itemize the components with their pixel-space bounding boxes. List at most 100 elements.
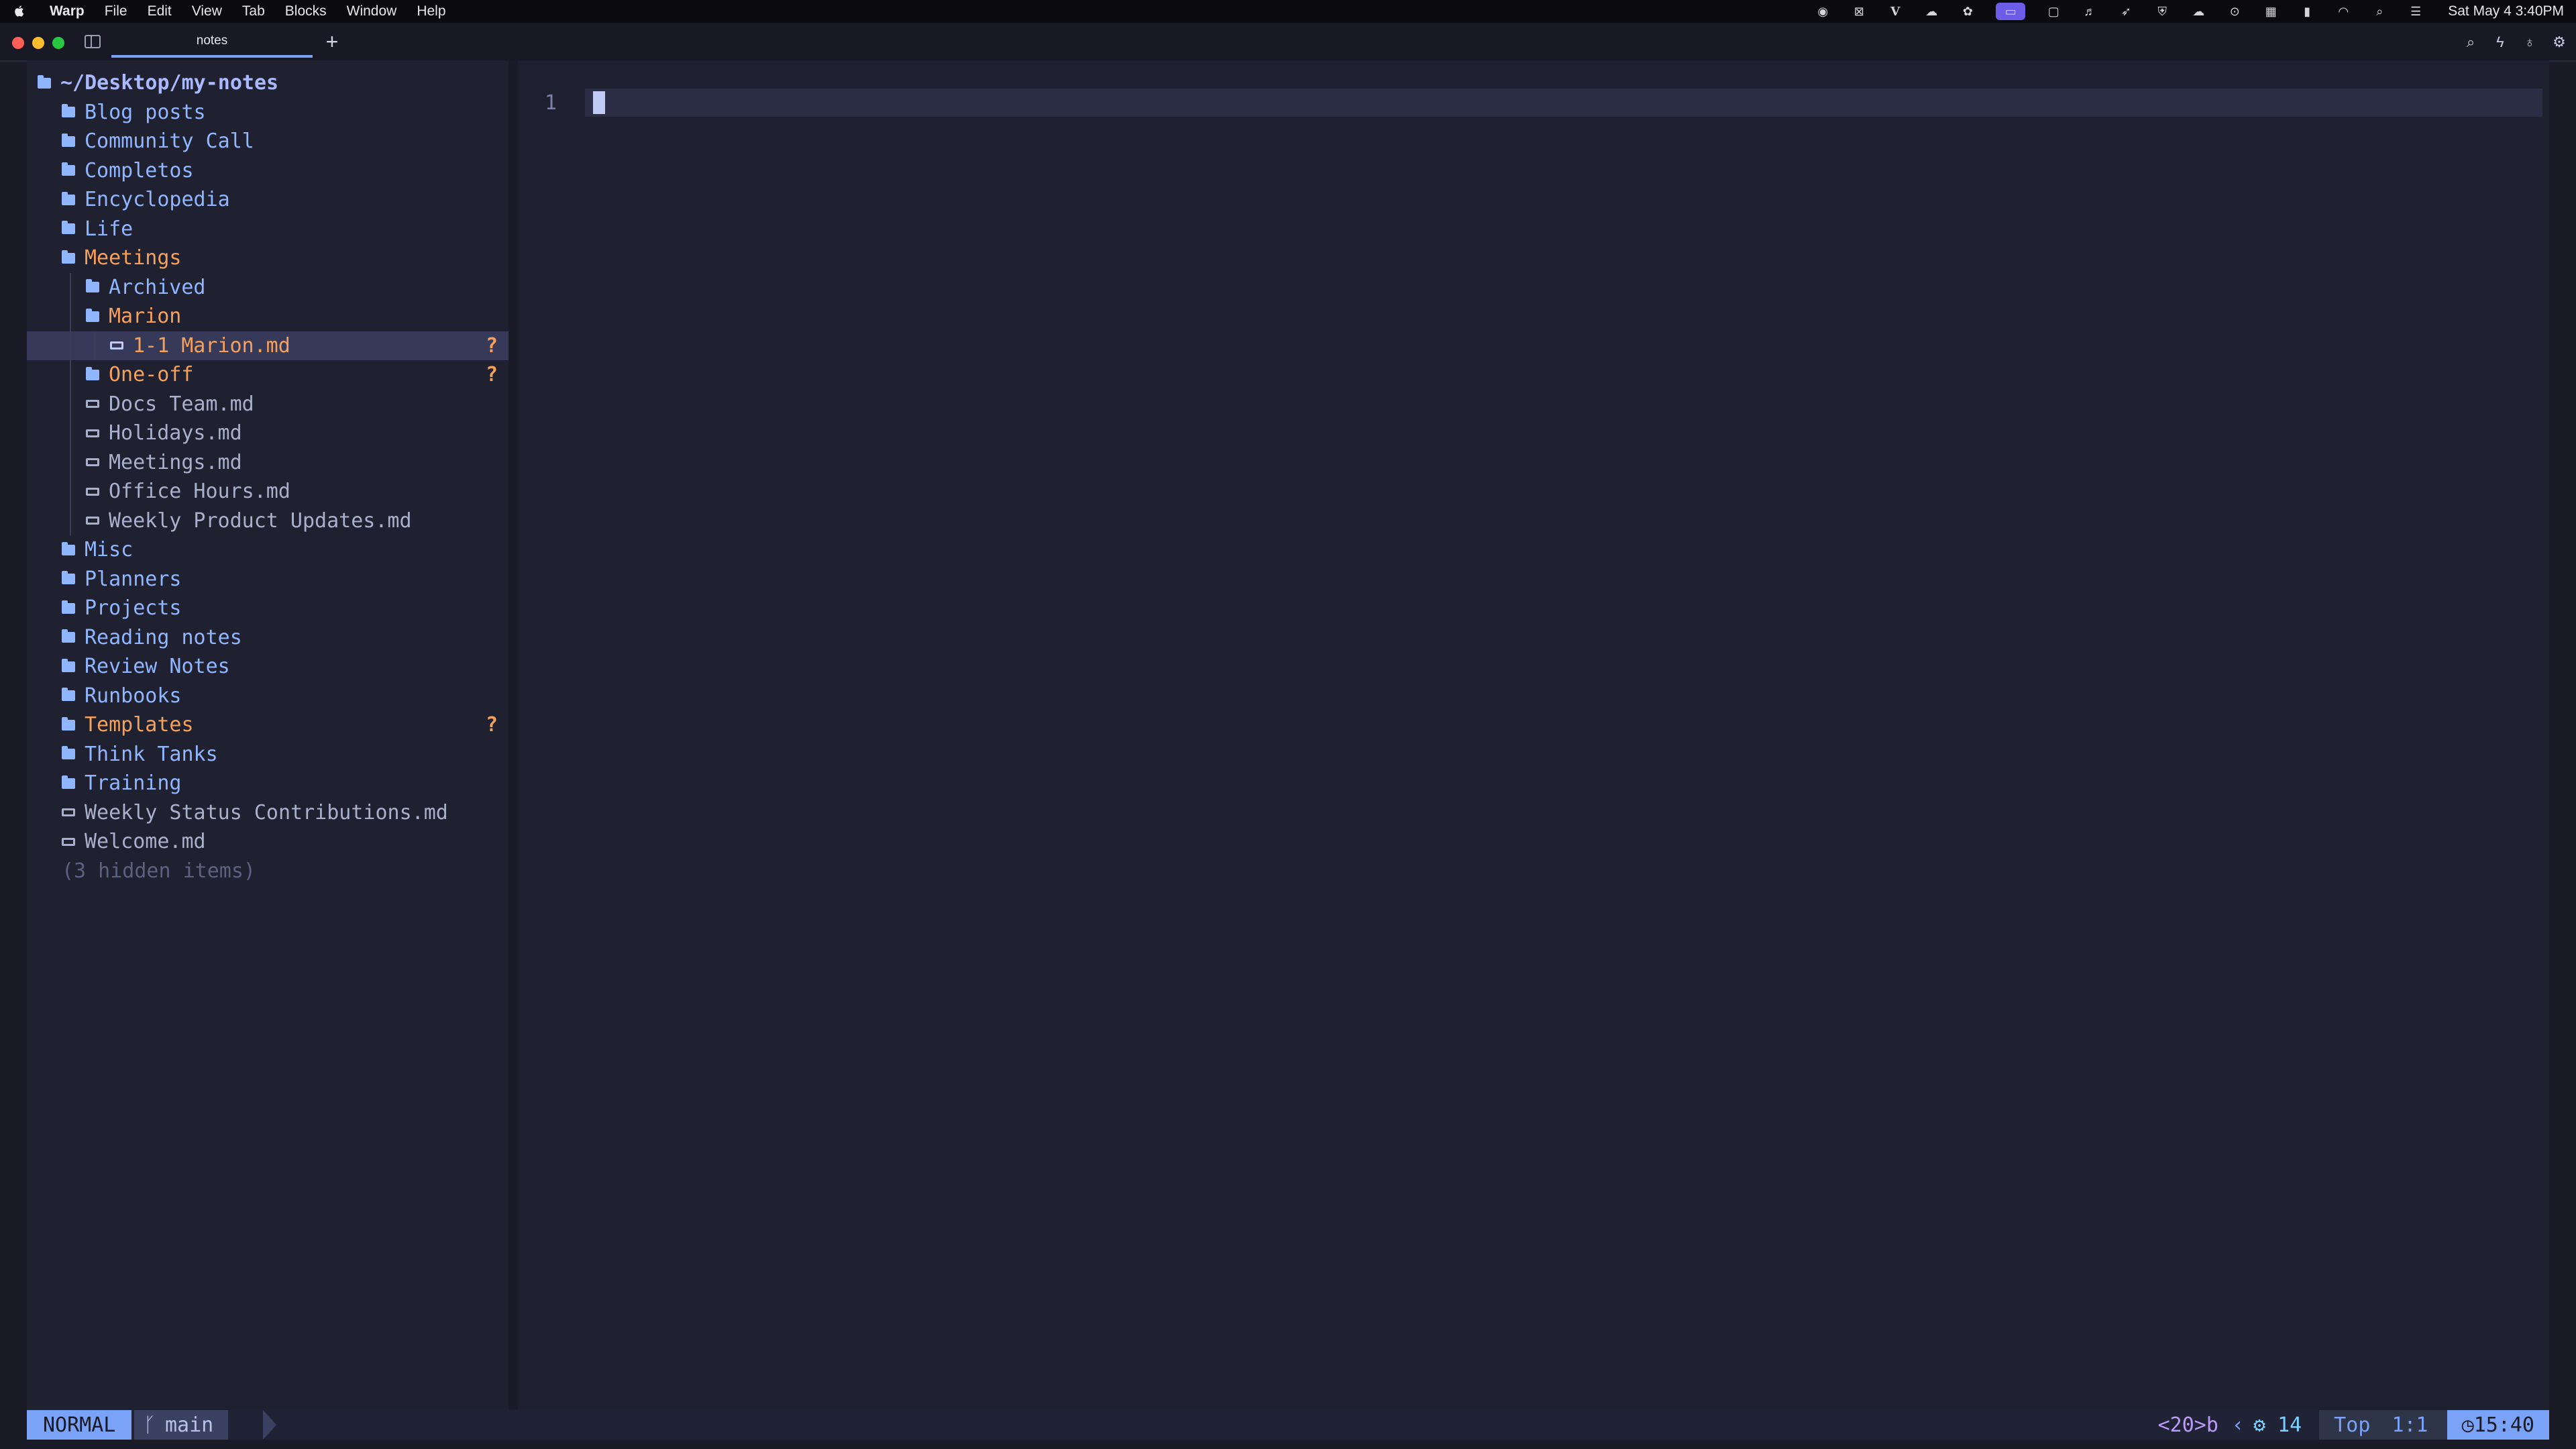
tree-folder[interactable]: Encyclopedia xyxy=(27,185,508,214)
editor-pane[interactable]: 1 xyxy=(518,60,2549,1432)
tree-folder[interactable]: Life xyxy=(27,215,508,244)
close-window-button[interactable] xyxy=(12,37,24,49)
tree-file[interactable]: 1-1 Marion.md? xyxy=(27,331,508,360)
sidebar-toggle-icon[interactable] xyxy=(85,35,101,48)
tree-folder[interactable]: Reading notes xyxy=(27,623,508,652)
tree-item-label: Meetings.md xyxy=(109,450,242,474)
media-icon[interactable]: ⊙ xyxy=(2226,3,2243,19)
scroll-position: Top xyxy=(2319,1410,2385,1440)
cloud-icon[interactable]: ☁ xyxy=(2190,3,2206,19)
tree-root[interactable]: ~/Desktop/my-notes xyxy=(27,68,508,97)
apple-menu-icon[interactable] xyxy=(12,3,27,19)
lsp-count: 14 xyxy=(2277,1413,2302,1437)
window-switcher-icon[interactable]: ▭ xyxy=(1996,3,2026,20)
tree-item-label: Community Call xyxy=(85,129,254,153)
hidden-items-label: (3 hidden items) xyxy=(62,859,256,883)
menu-app-name[interactable]: Warp xyxy=(50,3,85,19)
tree-folder[interactable]: Training xyxy=(27,769,508,798)
audio-icon[interactable]: ♬ xyxy=(2082,3,2098,19)
status-line: NORMAL ᚴ main <20>b ‹ ⚙ 14 Top 1:1 ◷ 15:… xyxy=(27,1410,2549,1440)
git-status-mark: ? xyxy=(485,333,498,358)
folder-icon xyxy=(60,775,76,792)
folder-icon xyxy=(60,104,76,120)
tree-file[interactable]: Docs Team.md xyxy=(27,390,508,419)
current-line-highlight xyxy=(585,89,2542,117)
tree-folder[interactable]: Community Call xyxy=(27,127,508,156)
lightning-icon[interactable]: ϟ xyxy=(2490,32,2510,52)
tree-folder[interactable]: Templates? xyxy=(27,710,508,739)
zoom-window-button[interactable] xyxy=(52,37,64,49)
indent-guide xyxy=(70,272,71,535)
tree-folder[interactable]: Planners xyxy=(27,565,508,594)
battery-icon[interactable]: ▮ xyxy=(2299,3,2315,19)
tree-folder[interactable]: Completos xyxy=(27,156,508,185)
chatgpt-icon[interactable]: ✿ xyxy=(1960,3,1976,19)
cloud-sync-icon[interactable]: ☁ xyxy=(1923,3,1939,19)
tree-file[interactable]: Weekly Status Contributions.md xyxy=(27,798,508,827)
tree-file[interactable]: Welcome.md xyxy=(27,827,508,856)
menu-blocks[interactable]: Blocks xyxy=(285,3,327,19)
vim-icon[interactable]: V xyxy=(1887,3,1903,19)
lightbulb-icon[interactable]: ♁ xyxy=(2520,32,2540,52)
folder-open-icon xyxy=(85,308,101,325)
folder-icon xyxy=(60,600,76,616)
file-icon xyxy=(60,804,76,820)
menu-view[interactable]: View xyxy=(192,3,222,19)
menu-clock[interactable]: Sat May 4 3:40PM xyxy=(2448,3,2564,19)
toolbar-right: ⌕ ϟ ♁ ⚙ xyxy=(2451,32,2569,52)
menu-help[interactable]: Help xyxy=(417,3,445,19)
folder-icon xyxy=(60,221,76,237)
tree-item-label: Meetings xyxy=(85,246,182,270)
rocket-icon[interactable]: ➶ xyxy=(2118,3,2134,19)
tree-folder[interactable]: Archived xyxy=(27,273,508,302)
tree-folder[interactable]: Meetings xyxy=(27,244,508,272)
tree-folder[interactable]: Misc xyxy=(27,535,508,564)
tree-file[interactable]: Meetings.md xyxy=(27,448,508,477)
menu-bar: Warp File Edit View Tab Blocks Window He… xyxy=(0,0,2576,23)
tree-folder[interactable]: Review Notes xyxy=(27,652,508,681)
tree-folder[interactable]: Marion xyxy=(27,302,508,331)
search-icon[interactable]: ⌕ xyxy=(2461,32,2481,52)
record-icon[interactable]: ◉ xyxy=(1815,3,1831,19)
tree-item-label: Encyclopedia xyxy=(85,188,230,211)
menu-tab[interactable]: Tab xyxy=(242,3,265,19)
tree-folder[interactable]: Runbooks xyxy=(27,682,508,710)
tree-folder[interactable]: Projects xyxy=(27,594,508,623)
cursor-position: 1:1 xyxy=(2385,1410,2447,1440)
menu-window[interactable]: Window xyxy=(347,3,397,19)
minimize-window-button[interactable] xyxy=(32,37,44,49)
folder-icon xyxy=(60,658,76,675)
tree-folder[interactable]: Blog posts xyxy=(27,98,508,127)
tree-file[interactable]: Weekly Product Updates.md xyxy=(27,506,508,535)
branch-name: main xyxy=(165,1413,214,1437)
tree-item-label: Reading notes xyxy=(85,625,242,649)
text-cursor xyxy=(593,91,605,114)
menu-file[interactable]: File xyxy=(105,3,127,19)
file-icon xyxy=(109,337,125,354)
tree-item-label: Holidays.md xyxy=(109,421,242,445)
pane-divider[interactable] xyxy=(508,60,518,1432)
folder-icon xyxy=(85,279,101,295)
grid-icon[interactable]: ▦ xyxy=(2263,3,2279,19)
tree-item-label: Completos xyxy=(85,158,194,182)
new-tab-button[interactable]: + xyxy=(322,30,342,54)
status-clock: ◷ 15:40 xyxy=(2447,1410,2549,1440)
tree-file[interactable]: Holidays.md xyxy=(27,419,508,447)
tree-item-label: Office Hours.md xyxy=(109,480,290,503)
tree-folder[interactable]: One-off? xyxy=(27,360,508,389)
control-center-icon[interactable]: ☰ xyxy=(2408,3,2424,19)
settings-icon[interactable]: ⚙ xyxy=(2549,32,2569,52)
tab-notes[interactable]: notes xyxy=(111,27,313,58)
tree-file[interactable]: Office Hours.md xyxy=(27,477,508,506)
menu-edit[interactable]: Edit xyxy=(148,3,172,19)
spotlight-icon[interactable]: ⌕ xyxy=(2371,3,2387,19)
folder-icon xyxy=(60,688,76,704)
display-icon[interactable]: ▢ xyxy=(2045,3,2061,19)
tree-folder[interactable]: Think Tanks xyxy=(27,740,508,769)
tree-root-label: ~/Desktop/my-notes xyxy=(60,71,279,95)
wifi-icon[interactable]: ◠ xyxy=(2335,3,2351,19)
file-icon xyxy=(85,396,101,412)
close-box-icon[interactable]: ⊠ xyxy=(1851,3,1867,19)
title-bar: notes + ⌕ ϟ ♁ ⚙ xyxy=(0,23,2576,62)
vpn-icon[interactable]: ⛨ xyxy=(2154,3,2170,19)
